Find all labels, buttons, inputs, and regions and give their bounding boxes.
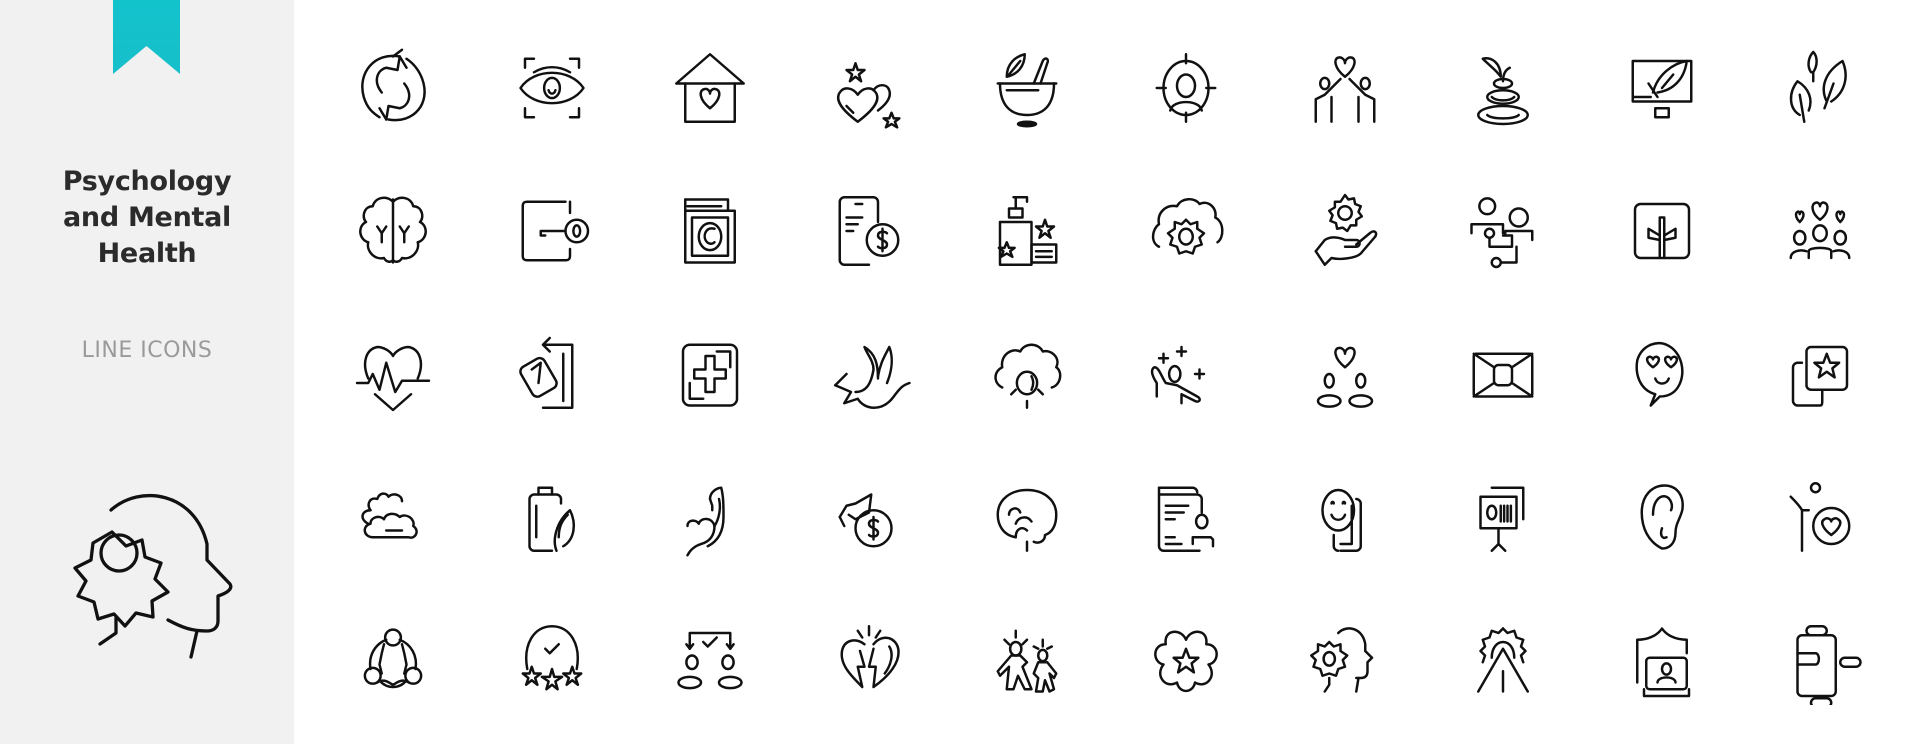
exit-door-icon <box>507 329 597 419</box>
icon-grid <box>0 0 1920 744</box>
cross-box-icon <box>1617 186 1707 276</box>
mortar-pestle-icon <box>982 43 1072 133</box>
heart-pulse-icon <box>348 329 438 419</box>
monitor-leaf-icon <box>1617 43 1707 133</box>
lotion-stars-icon <box>982 186 1072 276</box>
couple-heart-icon <box>1300 329 1390 419</box>
brain-side-icon <box>982 472 1072 562</box>
copyright-book-icon <box>665 186 755 276</box>
house-heart-icon <box>665 43 755 133</box>
head-gear-small-icon <box>1300 615 1390 705</box>
ear-icon <box>1617 472 1707 562</box>
cloud-gear-icon <box>1141 186 1231 276</box>
bottle-leaf-icon <box>507 472 597 562</box>
shield-laptop-icon <box>1617 615 1707 705</box>
choice-people-icon <box>665 615 755 705</box>
brain-icon <box>348 186 438 276</box>
smile-phone-icon <box>1300 472 1390 562</box>
group-hearts-icon <box>1775 186 1865 276</box>
eye-scan-icon <box>507 43 597 133</box>
leaves-icon <box>1775 43 1865 133</box>
people-network-icon <box>1458 186 1548 276</box>
team-circle-icon <box>348 615 438 705</box>
walking-people-icon <box>982 615 1072 705</box>
key-box-icon <box>507 186 597 276</box>
zen-stones-icon <box>1458 43 1548 133</box>
broken-heart-icon <box>824 615 914 705</box>
rating-check-icon <box>507 615 597 705</box>
target-person-icon <box>1141 43 1231 133</box>
person-heart-icon <box>1775 472 1865 562</box>
medical-cross-icon <box>665 329 755 419</box>
cloud-idea-icon <box>982 329 1072 419</box>
muscle-arm-icon <box>665 472 755 562</box>
gear-path-icon <box>1458 615 1548 705</box>
hearts-stars-icon <box>824 43 914 133</box>
pill-bottle-icon <box>1775 615 1865 705</box>
envelope-box-icon <box>1458 329 1548 419</box>
flower-star-icon <box>1141 615 1231 705</box>
clouds-icon <box>348 472 438 562</box>
star-cards-icon <box>1775 329 1865 419</box>
love-emoji-chat-icon <box>1617 329 1707 419</box>
phone-dollar-icon <box>824 186 914 276</box>
education-dollar-icon <box>824 472 914 562</box>
cycle-arrows-icon <box>348 43 438 133</box>
happy-person-sparkle-icon <box>1141 329 1231 419</box>
presentation-icon <box>1458 472 1548 562</box>
profile-card-icon <box>1141 472 1231 562</box>
people-heart-icon <box>1300 43 1390 133</box>
dove-icon <box>824 329 914 419</box>
hand-gear-icon <box>1300 186 1390 276</box>
